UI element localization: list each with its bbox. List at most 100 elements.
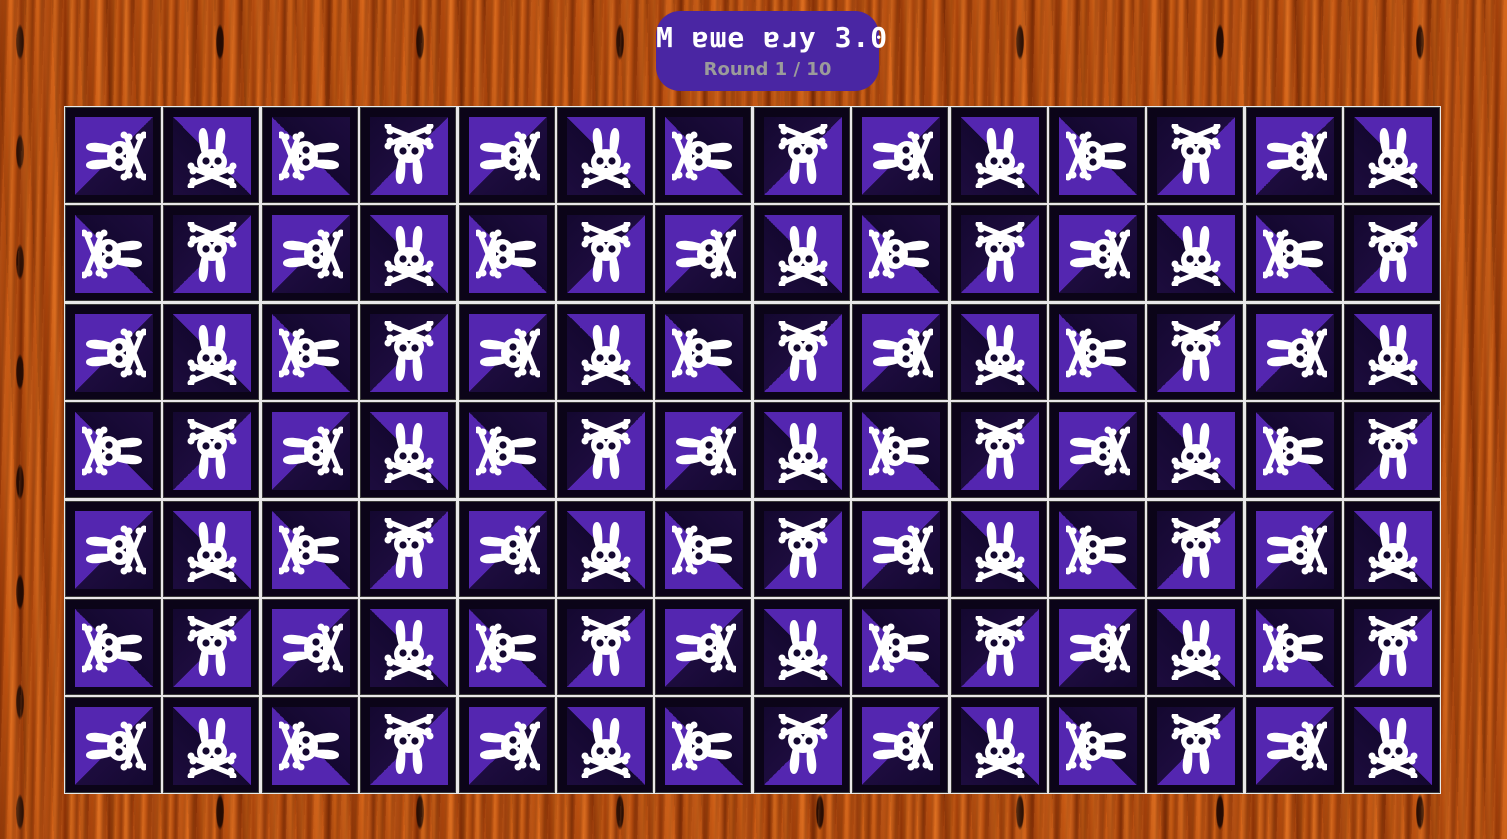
memory-card[interactable] [458,598,555,695]
memory-card[interactable] [1344,598,1441,695]
memory-card[interactable] [556,598,653,695]
memory-card[interactable] [852,402,949,499]
memory-card[interactable] [1048,303,1145,400]
memory-card[interactable] [655,500,752,597]
memory-card[interactable] [753,598,850,695]
memory-card[interactable] [1344,697,1441,794]
memory-card[interactable] [360,107,457,203]
memory-card[interactable] [261,697,358,794]
memory-card[interactable] [852,697,949,794]
memory-card[interactable] [655,303,752,400]
memory-card[interactable] [65,303,161,400]
memory-card[interactable] [556,402,653,499]
memory-card[interactable] [1048,697,1145,794]
memory-card[interactable] [556,500,653,597]
memory-card[interactable] [1147,697,1244,794]
memory-card[interactable] [163,697,260,794]
memory-card[interactable] [852,303,949,400]
memory-card[interactable] [1147,205,1244,302]
memory-card[interactable] [1048,402,1145,499]
memory-card[interactable] [556,205,653,302]
memory-card[interactable] [1245,107,1342,203]
memory-card[interactable] [655,697,752,794]
memory-card[interactable] [163,402,260,499]
memory-card[interactable] [556,107,653,203]
memory-card[interactable] [163,107,260,203]
memory-card[interactable] [261,303,358,400]
memory-card[interactable] [360,598,457,695]
memory-card[interactable] [261,107,358,203]
memory-card[interactable] [65,500,161,597]
memory-card[interactable] [1245,303,1342,400]
memory-card[interactable] [655,205,752,302]
memory-card[interactable] [950,697,1047,794]
memory-card[interactable] [360,303,457,400]
memory-card[interactable] [655,598,752,695]
memory-card[interactable] [458,697,555,794]
memory-card[interactable] [1344,500,1441,597]
memory-card[interactable] [1048,598,1145,695]
memory-card[interactable] [1344,205,1441,302]
memory-card[interactable] [556,303,653,400]
memory-card[interactable] [1245,598,1342,695]
memory-card[interactable] [556,697,653,794]
memory-card[interactable] [261,598,358,695]
memory-card[interactable] [950,402,1047,499]
memory-card[interactable] [163,303,260,400]
memory-card[interactable] [852,205,949,302]
memory-card[interactable] [852,598,949,695]
memory-card[interactable] [65,107,161,203]
memory-card[interactable] [65,402,161,499]
memory-card[interactable] [261,205,358,302]
memory-card[interactable] [1147,598,1244,695]
memory-card[interactable] [458,107,555,203]
memory-card[interactable] [360,697,457,794]
memory-card[interactable] [65,205,161,302]
memory-card[interactable] [360,500,457,597]
memory-card[interactable] [852,500,949,597]
memory-card[interactable] [950,303,1047,400]
memory-card[interactable] [753,500,850,597]
bunny-skull-crossbones-icon [869,714,933,778]
memory-card[interactable] [458,205,555,302]
memory-card[interactable] [1245,205,1342,302]
memory-card[interactable] [360,402,457,499]
memory-card[interactable] [1048,107,1145,203]
memory-card[interactable] [1147,500,1244,597]
memory-card[interactable] [261,500,358,597]
memory-card[interactable] [360,205,457,302]
bunny-skull-crossbones-icon [574,518,638,582]
memory-card[interactable] [1048,500,1145,597]
memory-card[interactable] [1245,500,1342,597]
memory-card[interactable] [753,697,850,794]
memory-card[interactable] [163,205,260,302]
memory-card[interactable] [261,402,358,499]
memory-card[interactable] [950,598,1047,695]
memory-card[interactable] [458,303,555,400]
memory-card[interactable] [163,598,260,695]
memory-card[interactable] [1147,107,1244,203]
memory-card[interactable] [1344,107,1441,203]
memory-card[interactable] [1344,402,1441,499]
memory-card[interactable] [950,205,1047,302]
memory-card[interactable] [1147,303,1244,400]
memory-card[interactable] [753,402,850,499]
memory-card[interactable] [852,107,949,203]
memory-card[interactable] [1344,303,1441,400]
memory-card[interactable] [753,107,850,203]
memory-card[interactable] [1147,402,1244,499]
memory-card[interactable] [655,402,752,499]
memory-card[interactable] [65,697,161,794]
memory-card[interactable] [163,500,260,597]
memory-card[interactable] [1245,402,1342,499]
memory-card[interactable] [950,500,1047,597]
memory-card[interactable] [655,107,752,203]
memory-card[interactable] [753,205,850,302]
memory-card[interactable] [458,402,555,499]
memory-card[interactable] [753,303,850,400]
memory-card[interactable] [65,598,161,695]
memory-card[interactable] [1048,205,1145,302]
memory-card[interactable] [1245,697,1342,794]
memory-card[interactable] [458,500,555,597]
memory-card[interactable] [950,107,1047,203]
